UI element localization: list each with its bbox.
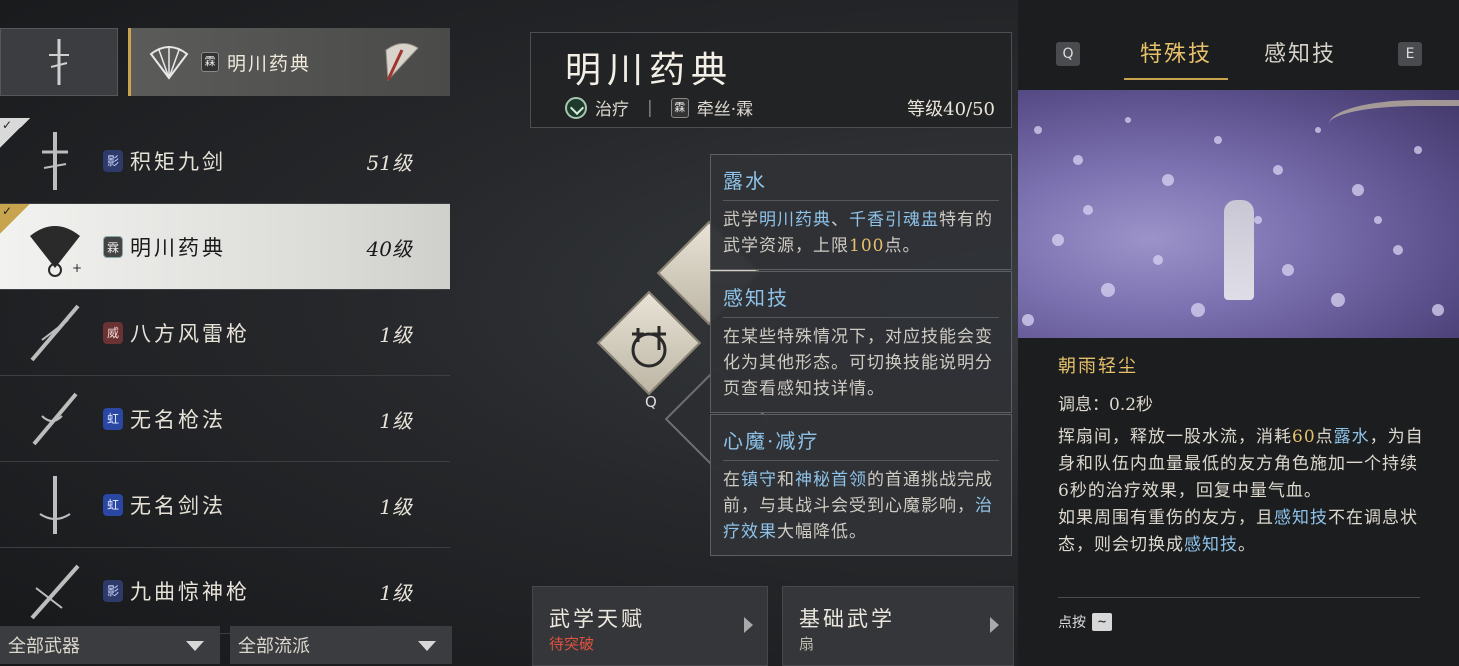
chevron-right-icon bbox=[744, 617, 753, 633]
weapon-filter-label: 全部武器 bbox=[8, 636, 80, 657]
fan-icon bbox=[149, 46, 189, 80]
martial-art-header: 明川药典 治疗 | 霖 牵丝·霖 等级40/50 bbox=[530, 32, 1012, 128]
weapon-list: ✓ 影 积矩九剑 51级 ✓ + 霖 明川药典 40级 威 八方风雷枪 1级 虹… bbox=[0, 118, 452, 634]
weapon-level: 40级 bbox=[366, 237, 412, 261]
weapon-level: 1级 bbox=[379, 495, 412, 519]
level-indicator: 等级40/50 bbox=[907, 99, 995, 120]
weapon-level: 51级 bbox=[366, 151, 412, 175]
tab-label: 明川药典 bbox=[227, 52, 312, 75]
weapon-name: 明川药典 bbox=[130, 236, 226, 260]
weapon-name: 九曲惊神枪 bbox=[130, 580, 250, 604]
press-hint-label: 点按 bbox=[1058, 615, 1086, 631]
talent-button[interactable]: 武学天赋 待突破 bbox=[532, 586, 768, 666]
tooltip-perception-skill: 感知技 在某些特殊情况下，对应技能会变化为其他形态。可切换技能说明分页查看感知技… bbox=[710, 271, 1012, 413]
card-status: 待突破 bbox=[549, 635, 595, 653]
spear-icon bbox=[30, 564, 80, 620]
card-title: 武学天赋 bbox=[549, 607, 645, 631]
skill-description: 挥扇间，释放一股水流，消耗60点露水，为自身和队伍内血量最低的友方角色施加一个持… bbox=[1058, 427, 1424, 555]
tooltip-title: 露水 bbox=[723, 165, 999, 201]
weapon-row-bafangfengleiqiang[interactable]: 威 八方风雷枪 1级 bbox=[0, 290, 450, 376]
tilde-key-icon: ~ bbox=[1092, 613, 1112, 631]
skill-name: 朝雨轻尘 bbox=[1058, 356, 1138, 377]
fan-decoration-icon bbox=[385, 43, 419, 82]
school-badge: 虹 bbox=[103, 494, 123, 516]
tooltip-text: 在镇守和神秘首领的首通挑战完成前，与其战斗会受到心魔影响，治疗效果大幅降低。 bbox=[723, 470, 993, 542]
fan-icon: + bbox=[30, 226, 82, 277]
skill-q-key: Q bbox=[645, 393, 657, 411]
role-label: 治疗 bbox=[595, 100, 629, 120]
weapon-name: 无名枪法 bbox=[130, 408, 226, 432]
key-e-hint[interactable]: E bbox=[1398, 42, 1422, 66]
tooltip-dew: 露水 武学明川药典、千香引魂盅特有的武学资源，上限100点。 bbox=[710, 154, 1012, 270]
school-badge: 影 bbox=[103, 150, 123, 172]
press-hint[interactable]: 点按 ~ bbox=[1058, 612, 1112, 632]
tab-special-skill[interactable]: 特殊技 bbox=[1123, 36, 1229, 80]
sword-icon bbox=[49, 39, 69, 85]
basic-skill-button[interactable]: 基础武学 扇 bbox=[782, 586, 1014, 666]
skill-cooldown: 调息：0.2秒 bbox=[1058, 395, 1154, 415]
school-filter-dropdown[interactable]: 全部流派 bbox=[230, 626, 452, 664]
sword-icon bbox=[42, 132, 68, 190]
key-q-hint[interactable]: Q bbox=[1056, 42, 1080, 66]
weapon-name: 八方风雷枪 bbox=[130, 322, 250, 346]
tooltip-text: 武学明川药典、千香引魂盅特有的武学资源，上限100点。 bbox=[723, 210, 993, 256]
weapon-category-tabs: 霖 明川药典 bbox=[0, 28, 452, 96]
card-status: 扇 bbox=[799, 635, 815, 653]
school-badge: 霖 bbox=[201, 52, 219, 72]
weapon-name: 积矩九剑 bbox=[130, 150, 226, 174]
weapon-row-wumingjianfa[interactable]: 虹 无名剑法 1级 bbox=[0, 462, 450, 548]
spear-icon bbox=[32, 392, 78, 446]
path-label: 牵丝·霖 bbox=[696, 100, 754, 120]
divider: | bbox=[647, 97, 653, 118]
weapon-row-jijujiujian[interactable]: ✓ 影 积矩九剑 51级 bbox=[0, 118, 450, 204]
svg-text:+: + bbox=[72, 261, 82, 275]
tab-perception-skill[interactable]: 感知技 bbox=[1264, 36, 1336, 68]
school-filter-label: 全部流派 bbox=[238, 636, 310, 657]
weapon-name: 无名剑法 bbox=[130, 494, 226, 518]
divider bbox=[1058, 597, 1420, 598]
weapon-level: 1级 bbox=[379, 409, 412, 433]
spear-icon bbox=[30, 304, 80, 362]
chevron-right-icon bbox=[990, 617, 999, 633]
skill-q-icon bbox=[631, 326, 667, 368]
chevron-down-icon bbox=[418, 641, 436, 651]
chevron-down-icon bbox=[186, 641, 204, 651]
weapon-row-wumingqiangfa[interactable]: 虹 无名枪法 1级 bbox=[0, 376, 450, 462]
card-title: 基础武学 bbox=[799, 607, 895, 631]
character-figure bbox=[1224, 200, 1254, 300]
weapon-level: 1级 bbox=[379, 323, 412, 347]
school-badge: 霖 bbox=[670, 97, 689, 118]
school-badge: 虹 bbox=[103, 408, 123, 430]
weapon-filter-dropdown[interactable]: 全部武器 bbox=[0, 626, 220, 664]
tooltip-text: 在某些特殊情况下，对应技能会变化为其他形态。可切换技能说明分页查看感知技详情。 bbox=[723, 327, 993, 399]
school-badge: 威 bbox=[103, 322, 123, 344]
tooltip-heart-demon: 心魔·减疗 在镇守和神秘首领的首通挑战完成前，与其战斗会受到心魔影响，治疗效果大… bbox=[710, 414, 1012, 556]
school-badge: 霖 bbox=[103, 236, 123, 258]
martial-art-title: 明川药典 bbox=[565, 50, 734, 91]
skill-detail-panel: Q 特殊技 感知技 E 朝雨轻尘 调息：0.2秒 挥扇间，释放一股水流，消耗60… bbox=[1018, 0, 1459, 666]
tooltip-title: 感知技 bbox=[723, 282, 999, 318]
tooltip-title: 心魔·减疗 bbox=[723, 425, 999, 461]
school-badge: 影 bbox=[103, 580, 123, 602]
tab-sword-category[interactable] bbox=[0, 28, 118, 96]
weapon-row-mingchuanyaodian[interactable]: ✓ + 霖 明川药典 40级 bbox=[0, 204, 450, 290]
heal-role-icon bbox=[565, 96, 587, 119]
sword-icon bbox=[39, 476, 71, 534]
martial-art-subtitle: 治疗 | 霖 牵丝·霖 bbox=[565, 95, 753, 120]
weapon-panel: 霖 明川药典 ✓ 影 积矩九剑 51级 ✓ + 霖 明川药典 40级 威 八方风… bbox=[0, 0, 452, 666]
skill-tabs: Q 特殊技 感知技 E bbox=[1018, 28, 1459, 80]
weapon-level: 1级 bbox=[379, 581, 412, 605]
tab-fan-category[interactable]: 霖 明川药典 bbox=[128, 28, 450, 96]
filter-bar: 全部武器 全部流派 bbox=[0, 626, 452, 666]
skill-preview-image bbox=[1018, 90, 1459, 338]
weapon-row-jiuqujingshenqiang[interactable]: 影 九曲惊神枪 1级 bbox=[0, 548, 450, 634]
